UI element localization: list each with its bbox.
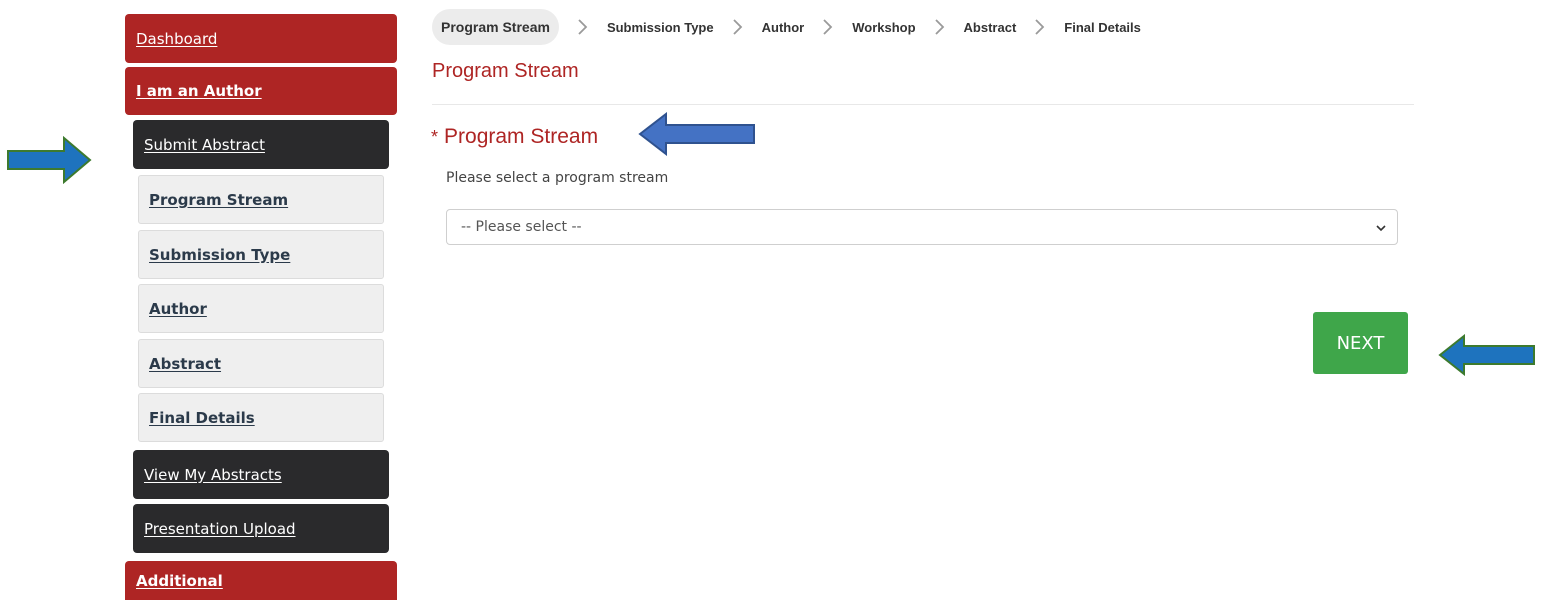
chevron-right-icon bbox=[1030, 18, 1048, 36]
step-breadcrumb: Program Stream Submission Type Author Wo… bbox=[432, 9, 1141, 45]
step-author[interactable]: Author bbox=[762, 20, 805, 35]
sidebar-item-presentation-upload[interactable]: Presentation Upload bbox=[133, 504, 389, 553]
sidebar-item-i-am-an-author[interactable]: I am an Author bbox=[125, 67, 397, 115]
sidebar-item-additional[interactable]: Additional bbox=[125, 561, 397, 600]
chevron-right-icon bbox=[818, 18, 836, 36]
step-final-details[interactable]: Final Details bbox=[1064, 20, 1141, 35]
sidebar-item-label: I am an Author bbox=[136, 82, 262, 100]
step-workshop[interactable]: Workshop bbox=[852, 20, 915, 35]
annotation-arrow-left-icon bbox=[1438, 334, 1535, 376]
step-submission-type[interactable]: Submission Type bbox=[607, 20, 714, 35]
step-abstract[interactable]: Abstract bbox=[964, 20, 1017, 35]
next-button[interactable]: NEXT bbox=[1313, 312, 1408, 374]
sidebar-item-submit-abstract[interactable]: Submit Abstract bbox=[133, 120, 389, 169]
sidebar-item-label: Author bbox=[149, 299, 207, 318]
annotation-arrow-left-icon bbox=[638, 112, 755, 156]
sidebar-item-label: Additional bbox=[136, 571, 223, 590]
program-stream-label: * Program Stream bbox=[431, 125, 598, 149]
sidebar-subitem-final-details[interactable]: Final Details bbox=[138, 393, 384, 442]
sidebar-item-label: Dashboard bbox=[136, 29, 218, 48]
sidebar-subitem-program-stream[interactable]: Program Stream bbox=[138, 175, 384, 224]
program-stream-help-text: Please select a program stream bbox=[446, 170, 669, 186]
sidebar-item-label: Submit Abstract bbox=[144, 135, 265, 154]
chevron-right-icon bbox=[728, 18, 746, 36]
sidebar-item-label: Program Stream bbox=[149, 190, 289, 209]
sidebar-item-dashboard[interactable]: Dashboard bbox=[125, 14, 397, 63]
sidebar-item-label: View My Abstracts bbox=[144, 465, 282, 484]
sidebar-item-label: Abstract bbox=[149, 354, 222, 373]
sidebar-subitem-submission-type[interactable]: Submission Type bbox=[138, 230, 384, 279]
sidebar-item-label: Presentation Upload bbox=[144, 519, 296, 538]
step-program-stream[interactable]: Program Stream bbox=[432, 9, 559, 45]
sidebar-item-label: Final Details bbox=[149, 408, 255, 427]
page-title: Program Stream bbox=[432, 60, 579, 82]
chevron-right-icon bbox=[930, 18, 948, 36]
annotation-arrow-right-icon bbox=[7, 136, 92, 184]
sidebar-item-view-my-abstracts[interactable]: View My Abstracts bbox=[133, 450, 389, 499]
field-label-text: Program Stream bbox=[444, 125, 599, 148]
sidebar-item-label: Submission Type bbox=[149, 245, 291, 264]
select-value: -- Please select -- bbox=[461, 219, 582, 235]
chevron-down-icon bbox=[1376, 225, 1386, 232]
sidebar-subitem-abstract[interactable]: Abstract bbox=[138, 339, 384, 388]
program-stream-select[interactable]: -- Please select -- bbox=[446, 209, 1398, 245]
required-marker: * bbox=[431, 127, 439, 147]
chevron-right-icon bbox=[573, 18, 591, 36]
section-divider bbox=[432, 104, 1414, 105]
sidebar-subitem-author[interactable]: Author bbox=[138, 284, 384, 333]
